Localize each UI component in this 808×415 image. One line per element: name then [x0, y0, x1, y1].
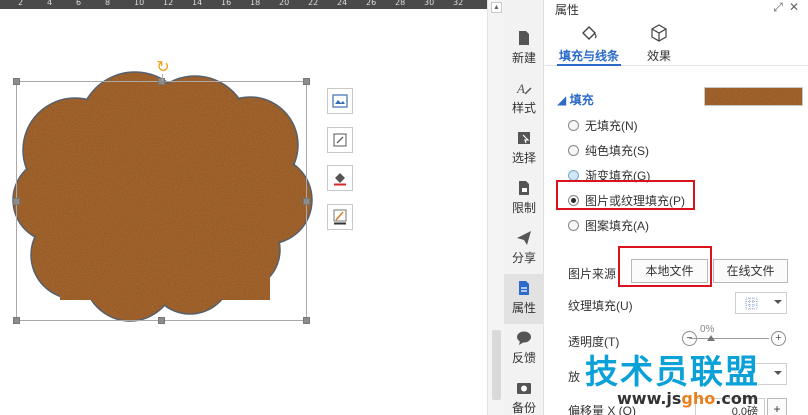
- ruler-number: 30: [424, 0, 435, 7]
- ruler-number: 24: [337, 0, 348, 7]
- online-file-button[interactable]: 在线文件: [713, 259, 788, 283]
- panel-controls: ⤢ ✕: [770, 0, 802, 15]
- offset-x-input[interactable]: 0.0磅: [695, 398, 765, 415]
- new-doc-icon: [519, 31, 529, 45]
- tab-label: 备份: [511, 401, 536, 415]
- texture-fill-dropdown[interactable]: [735, 292, 787, 314]
- share-icon: [517, 231, 531, 245]
- vertical-scrollbar[interactable]: ▲: [487, 0, 504, 415]
- resize-handle-tr[interactable]: [303, 78, 310, 85]
- scroll-up-icon[interactable]: ▲: [491, 2, 502, 13]
- tab-label: 选择: [511, 151, 536, 165]
- resize-handle-br[interactable]: [303, 317, 310, 324]
- tab-restrict[interactable]: 限制: [504, 174, 544, 224]
- radio-label: 图案填充(A): [585, 218, 649, 233]
- offset-x-label: 偏移量 X (O): [568, 404, 636, 415]
- transparency-value: 0%: [700, 324, 715, 335]
- resize-handle-mr[interactable]: [303, 198, 310, 205]
- tab-select[interactable]: 选择: [504, 124, 544, 174]
- cube-icon: [651, 24, 667, 42]
- radio-no-fill[interactable]: 无填充(N): [568, 117, 638, 133]
- ruler-number: 32: [453, 0, 464, 7]
- feedback-icon: [517, 331, 531, 345]
- backup-icon: [517, 383, 531, 394]
- expand-icon[interactable]: ⤢: [770, 0, 786, 15]
- tab-fill-and-line[interactable]: 填充与线条: [557, 22, 621, 66]
- tab-backup[interactable]: 备份: [504, 374, 544, 415]
- tab-label: 样式: [511, 101, 536, 115]
- fill-section-label: 填充: [569, 93, 594, 107]
- transparency-increase-button[interactable]: +: [771, 331, 786, 346]
- radio-button[interactable]: [568, 119, 579, 131]
- radio-label: 无填充(N): [585, 118, 638, 133]
- transparency-slider[interactable]: [689, 338, 769, 339]
- select-icon: [518, 132, 530, 144]
- highlight-local-file: [618, 246, 712, 287]
- radio-button[interactable]: [568, 169, 579, 181]
- radio-button[interactable]: [568, 144, 579, 156]
- resize-handle-bl[interactable]: [13, 317, 20, 324]
- radio-solid-fill[interactable]: 纯色填充(S): [568, 142, 649, 158]
- resize-handle-bm[interactable]: [158, 317, 165, 324]
- placement-dropdown[interactable]: [735, 363, 787, 385]
- document-canvas[interactable]: 2 4 6 8 10 12 14 16 18 20 22 24 26 28 30 32: [0, 0, 487, 415]
- outline-button[interactable]: [327, 204, 353, 230]
- radio-button[interactable]: [568, 219, 579, 231]
- restrict-icon: [519, 181, 529, 195]
- rotate-handle-icon[interactable]: ↻: [154, 58, 172, 76]
- tab-label: 属性: [511, 301, 536, 315]
- tab-feedback[interactable]: 反馈: [504, 324, 544, 374]
- chevron-down-icon: [774, 300, 782, 304]
- shape-style-button[interactable]: [327, 127, 353, 153]
- scroll-thumb[interactable]: [492, 330, 501, 400]
- resize-handle-tl[interactable]: [13, 78, 20, 85]
- layout-icon: [332, 94, 348, 108]
- tab-label: 分享: [511, 251, 536, 265]
- tab-properties[interactable]: 属性: [504, 274, 544, 324]
- fill-section-header[interactable]: ◢ 填充: [557, 91, 594, 108]
- radio-label: 纯色填充(S): [585, 143, 649, 158]
- placement-label: 放: [568, 370, 581, 384]
- highlight-picture-fill: [556, 180, 695, 210]
- fill-texture-swatch[interactable]: [704, 87, 803, 106]
- chevron-down-icon: [774, 371, 782, 375]
- tab-label: 填充与线条: [558, 49, 619, 63]
- paint-bucket-icon: [334, 173, 346, 186]
- ruler-number: 26: [366, 0, 377, 7]
- properties-icon: [519, 281, 529, 295]
- pen-outline-icon: [333, 209, 347, 225]
- property-tabs: 填充与线条 效果: [545, 22, 808, 66]
- slider-thumb[interactable]: [707, 335, 715, 341]
- selection-box[interactable]: [16, 81, 307, 321]
- tab-share[interactable]: 分享: [504, 224, 544, 274]
- fill-bucket-icon: [582, 26, 597, 40]
- texture-fill-label: 纹理填充(U): [568, 299, 633, 313]
- tab-label: 新建: [511, 51, 536, 65]
- offset-x-value: 0.0磅: [731, 406, 758, 415]
- layout-options-button[interactable]: [327, 88, 353, 114]
- svg-text:A: A: [516, 81, 525, 96]
- task-pane-tabs: 新建 A 样式 选择 限制 分享 属性 反馈 备份: [504, 0, 544, 415]
- shape-style-icon: [333, 133, 347, 147]
- fill-button[interactable]: [327, 165, 353, 191]
- tab-label: 效果: [646, 49, 671, 63]
- style-icon: A: [516, 81, 532, 96]
- texture-preview: [705, 88, 802, 105]
- tab-effects[interactable]: 效果: [637, 22, 681, 66]
- picture-source-label: 图片来源: [568, 267, 617, 281]
- properties-panel: 属性 ⤢ ✕ 填充与线条 效果 ◢ 填充 无填充(N) 纯色填充(S) 渐变填充(…: [545, 0, 808, 415]
- texture-grid-icon: [745, 297, 758, 310]
- ruler-number: 28: [395, 0, 406, 7]
- close-icon[interactable]: ✕: [786, 0, 802, 14]
- resize-handle-ml[interactable]: [13, 198, 20, 205]
- radio-pattern-fill[interactable]: 图案填充(A): [568, 217, 649, 233]
- offset-x-increase-button[interactable]: +: [767, 398, 787, 415]
- panel-title: 属性: [555, 3, 580, 17]
- tab-new[interactable]: 新建: [504, 24, 544, 74]
- transparency-label: 透明度(T): [568, 335, 620, 349]
- tab-style[interactable]: A 样式: [504, 74, 544, 124]
- tab-label: 反馈: [511, 351, 536, 365]
- tab-label: 限制: [511, 201, 536, 215]
